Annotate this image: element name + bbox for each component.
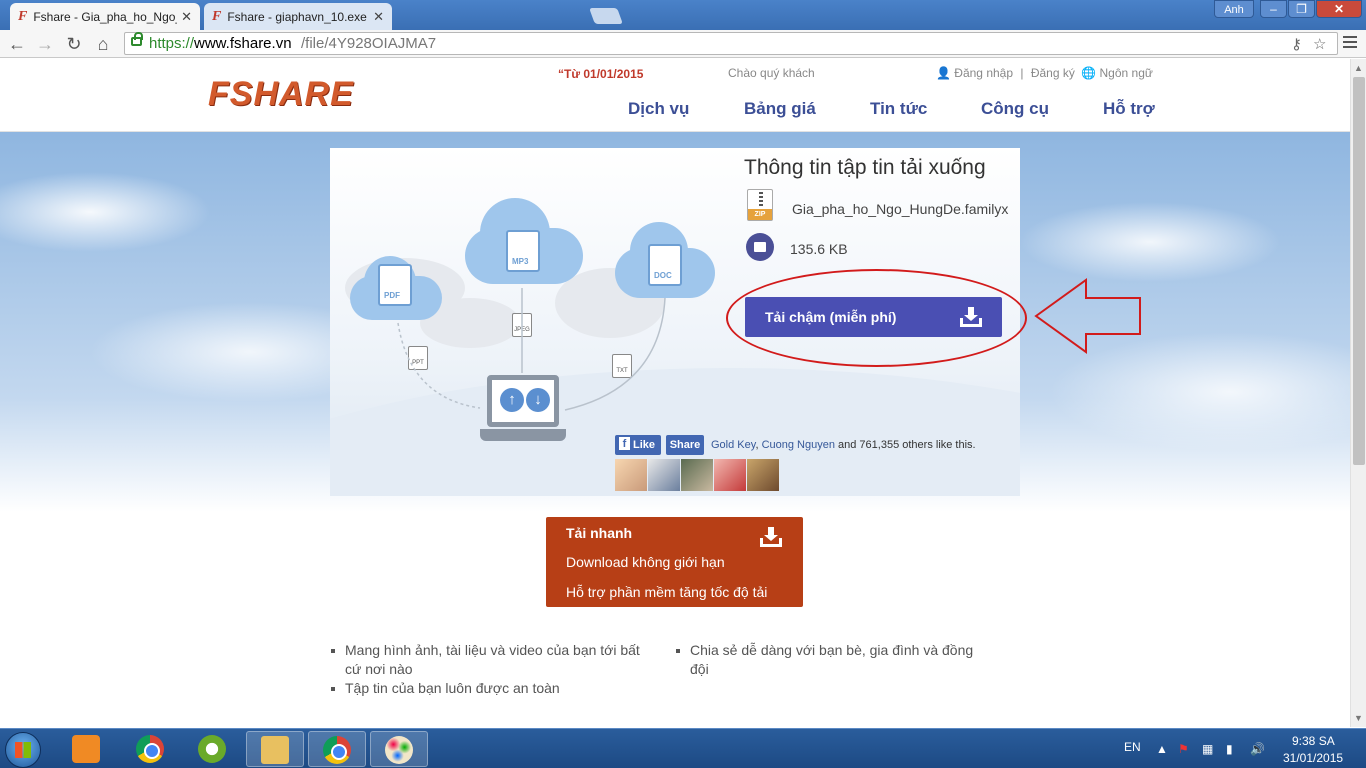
close-tab-icon[interactable]: ✕ <box>373 9 384 25</box>
scroll-down-icon[interactable]: ▼ <box>1354 713 1363 723</box>
url-host: www.fshare.vn <box>194 35 292 52</box>
nav-cong-cu[interactable]: Công cụ <box>981 99 1049 119</box>
tab-fshare-file[interactable]: F Fshare - Gia_pha_ho_Ngo_ ✕ <box>10 3 200 30</box>
login-link[interactable]: Đăng nhập <box>954 66 1013 80</box>
avatar[interactable] <box>747 459 779 491</box>
annotation-arrow <box>1034 278 1141 354</box>
nav-ho-tro[interactable]: Hỗ trợ <box>1103 99 1155 119</box>
fast-download-feature: Hỗ trợ phần mềm tăng tốc độ tải <box>566 584 768 600</box>
fshare-favicon: F <box>18 8 28 24</box>
laptop-icon: ↑ ↓ <box>487 375 559 427</box>
site-header: FSHARE “Từ 01/01/2015 Chào quý khách 👤 Đ… <box>0 59 1350 132</box>
chrome-icon[interactable] <box>308 731 366 767</box>
feature-item: Chia sẻ dễ dàng với bạn bè, gia đình và … <box>676 641 990 679</box>
show-hidden-icons-icon[interactable]: ▲ <box>1156 742 1168 756</box>
tab-title: Fshare - giaphavn_10.exe <box>227 9 367 24</box>
back-arrow-icon[interactable]: ← <box>6 33 28 55</box>
friend-link[interactable]: Gold Key <box>711 439 755 451</box>
nav-dich-vu[interactable]: Dịch vụ <box>628 99 689 119</box>
fast-download-title: Tải nhanh <box>566 525 633 541</box>
vertical-scrollbar[interactable]: ▲ ▼ <box>1350 59 1366 727</box>
clock-date[interactable]: 31/01/2015 <box>1283 751 1343 765</box>
start-button[interactable] <box>5 732 41 768</box>
avatar[interactable] <box>615 459 647 491</box>
url-path: /file/4Y928OIAJMA7 <box>301 35 437 52</box>
fast-download-feature: Download không giới hạn <box>566 554 725 570</box>
bookmark-star-icon[interactable]: ☆ <box>1313 34 1326 55</box>
nav-bang-gia[interactable]: Bảng giá <box>744 99 816 119</box>
url-scheme: https:// <box>149 35 195 52</box>
tab-fshare-exe[interactable]: F Fshare - giaphavn_10.exe ✕ <box>204 3 392 30</box>
browser-toolbar: ← → ↻ ⌂ https:// www.fshare.vn /file/4Y9… <box>0 30 1366 58</box>
paint-icon[interactable] <box>370 731 428 767</box>
annotation-ellipse <box>726 269 1027 367</box>
friend-link[interactable]: Cuong Nguyen <box>762 439 835 451</box>
hard-drive-icon <box>746 233 774 261</box>
upload-arrow-icon: ↑ <box>500 388 524 412</box>
volume-icon[interactable]: 🔊 <box>1250 742 1265 756</box>
fshare-logo[interactable]: FSHARE <box>208 75 354 114</box>
facebook-like-button[interactable]: Like <box>615 435 661 455</box>
key-icon[interactable]: ⚷ <box>1291 34 1302 55</box>
language-indicator[interactable]: EN <box>1124 740 1141 754</box>
fshare-favicon: F <box>212 8 222 24</box>
chrome-icon[interactable] <box>122 731 180 767</box>
file-size: 135.6 KB <box>790 241 848 257</box>
nav-tin-tuc[interactable]: Tin tức <box>870 99 927 119</box>
avatar[interactable] <box>681 459 713 491</box>
close-window-button[interactable]: ✕ <box>1316 0 1362 18</box>
scroll-up-icon[interactable]: ▲ <box>1354 63 1363 73</box>
profile-button[interactable]: Anh <box>1214 0 1254 18</box>
browser-titlebar: F Fshare - Gia_pha_ho_Ngo_ ✕ F Fshare - … <box>0 0 1366 30</box>
web-page: FSHARE “Từ 01/01/2015 Chào quý khách 👤 Đ… <box>0 59 1350 727</box>
menu-icon[interactable] <box>1343 36 1357 50</box>
download-arrow-icon: ↓ <box>526 388 550 412</box>
reload-icon[interactable]: ↻ <box>63 33 85 55</box>
lock-icon <box>131 32 143 46</box>
avatar[interactable] <box>648 459 680 491</box>
avatar[interactable] <box>714 459 746 491</box>
feature-item: Tập tin của bạn luôn được an toàn <box>331 679 645 698</box>
register-link[interactable]: Đăng ký <box>1031 66 1075 80</box>
laptop-base <box>480 429 566 441</box>
fast-download-box[interactable]: Tải nhanh Download không giới hạn Hỗ trợ… <box>546 517 803 607</box>
promo-text[interactable]: “Từ 01/01/2015 <box>558 67 643 81</box>
greeting-text: Chào quý khách <box>728 66 815 80</box>
zip-file-icon: ZIP <box>747 189 773 221</box>
address-bar[interactable]: https:// www.fshare.vn /file/4Y928OIAJMA… <box>124 32 1338 55</box>
close-tab-icon[interactable]: ✕ <box>181 9 192 25</box>
flag-icon[interactable]: ⚑ <box>1178 742 1189 756</box>
home-icon[interactable]: ⌂ <box>92 33 114 55</box>
download-icon <box>760 527 782 547</box>
tab-title: Fshare - Gia_pha_ho_Ngo_ <box>33 9 178 24</box>
feature-item: Mang hình ảnh, tài liệu và video của bạn… <box>331 641 645 679</box>
maximize-button[interactable]: ❐ <box>1288 0 1315 18</box>
new-tab-button[interactable] <box>589 8 623 24</box>
user-icon: 👤 <box>936 66 951 80</box>
facebook-share-button[interactable]: Share <box>666 435 704 455</box>
like-summary: Gold Key, Cuong Nguyen and 761,355 other… <box>711 439 976 451</box>
media-player-icon[interactable] <box>58 731 116 767</box>
minimize-button[interactable]: – <box>1260 0 1287 18</box>
network-icon[interactable]: ▦ <box>1202 742 1213 756</box>
signal-icon[interactable]: ▮ <box>1226 742 1233 756</box>
scroll-thumb[interactable] <box>1353 77 1365 465</box>
globe-icon: 🌐 <box>1081 66 1097 80</box>
user-links: 👤 Đăng nhập | Đăng ký 🌐 Ngôn ngữ <box>936 66 1153 80</box>
clock-time[interactable]: 9:38 SA <box>1292 734 1335 748</box>
coccoc-icon[interactable] <box>184 731 242 767</box>
file-name: Gia_pha_ho_Ngo_HungDe.familyx <box>792 201 1009 217</box>
file-info-title: Thông tin tập tin tải xuống <box>744 156 986 179</box>
language-link[interactable]: Ngôn ngữ <box>1100 66 1153 80</box>
file-explorer-icon[interactable] <box>246 731 304 767</box>
forward-arrow-icon[interactable]: → <box>34 33 56 55</box>
